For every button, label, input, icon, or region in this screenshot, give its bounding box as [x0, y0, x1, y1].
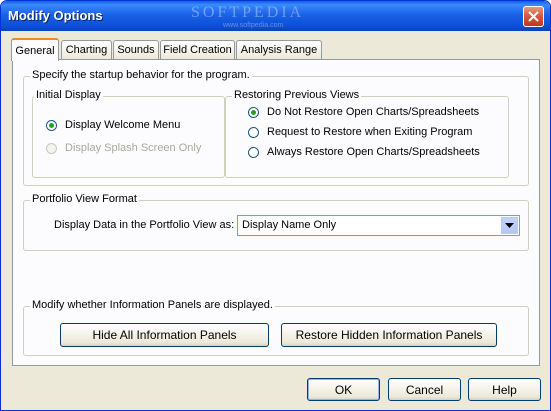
chevron-down-icon: [505, 222, 514, 228]
radio-label: Display Splash Screen Only: [65, 142, 202, 154]
info-panels-label: Modify whether Information Panels are di…: [30, 299, 275, 311]
hide-all-info-panels-button[interactable]: Hide All Information Panels: [60, 323, 269, 347]
radio-button-checked[interactable]: [248, 106, 259, 118]
restoring-views-group: Restoring Previous Views Do Not Restore …: [225, 89, 509, 178]
tab-charting[interactable]: Charting: [61, 40, 112, 59]
restore-hidden-info-panels-button[interactable]: Restore Hidden Information Panels: [281, 323, 497, 347]
tab-label: Charting: [65, 44, 108, 56]
close-icon: [528, 11, 539, 22]
radio-always-restore[interactable]: Always Restore Open Charts/Spreadsheets: [248, 146, 480, 158]
tab-sounds[interactable]: Sounds: [113, 40, 159, 59]
cancel-button[interactable]: Cancel: [388, 378, 461, 401]
restoring-views-label: Restoring Previous Views: [232, 89, 362, 101]
radio-label: Request to Restore when Exiting Program: [267, 126, 473, 138]
button-label: Hide All Information Panels: [92, 328, 237, 342]
button-label: Restore Hidden Information Panels: [295, 328, 483, 342]
select-value: Display Name Only: [242, 219, 337, 231]
button-label: Cancel: [405, 382, 444, 397]
radio-do-not-restore[interactable]: Do Not Restore Open Charts/Spreadsheets: [248, 106, 479, 118]
watermark-logo: SOFTPEDIA: [191, 4, 305, 21]
startup-behavior-label: Specify the startup behavior for the pro…: [30, 69, 252, 81]
dropdown-arrow-button[interactable]: [501, 217, 518, 234]
radio-button-checked[interactable]: [46, 119, 57, 131]
ok-button[interactable]: OK: [307, 378, 380, 401]
tab-label: Analysis Range: [240, 44, 318, 56]
tab-label: Sounds: [117, 44, 155, 56]
tab-field-creation[interactable]: Field Creation: [160, 40, 235, 59]
tab-general[interactable]: General: [11, 38, 59, 61]
button-label: OK: [334, 382, 353, 397]
tab-label: Field Creation: [163, 44, 232, 56]
radio-button[interactable]: [248, 126, 259, 138]
radio-label: Display Welcome Menu: [65, 119, 181, 131]
modify-options-dialog: Modify Options SOFTPEDIA www.softpedia.c…: [0, 0, 551, 411]
radio-label: Always Restore Open Charts/Spreadsheets: [267, 146, 480, 158]
title-bar[interactable]: Modify Options SOFTPEDIA www.softpedia.c…: [1, 1, 550, 31]
watermark-url: www.softpedia.com: [223, 22, 284, 29]
portfolio-view-label: Portfolio View Format: [30, 193, 139, 205]
tab-label: General: [15, 44, 55, 57]
radio-label: Do Not Restore Open Charts/Spreadsheets: [267, 106, 480, 118]
general-tab-panel: Specify the startup behavior for the pro…: [12, 59, 540, 366]
radio-display-splash-screen: Display Splash Screen Only: [46, 142, 201, 154]
button-label: Help: [492, 382, 517, 397]
portfolio-field-label: Display Data in the Portfolio View as:: [54, 219, 235, 231]
initial-display-group: Initial Display Display Welcome Menu Dis…: [32, 89, 225, 178]
initial-display-label: Initial Display: [34, 89, 103, 101]
startup-behavior-group: Specify the startup behavior for the pro…: [23, 69, 529, 186]
radio-button[interactable]: [248, 146, 259, 158]
tab-analysis-range[interactable]: Analysis Range: [236, 40, 322, 59]
close-button[interactable]: [523, 6, 544, 27]
window-title: Modify Options: [8, 8, 103, 23]
help-button[interactable]: Help: [468, 378, 541, 401]
radio-button-disabled: [46, 142, 57, 154]
radio-request-to-restore[interactable]: Request to Restore when Exiting Program: [248, 126, 472, 138]
radio-display-welcome-menu[interactable]: Display Welcome Menu: [46, 119, 180, 131]
portfolio-view-select[interactable]: Display Name Only: [237, 215, 520, 236]
